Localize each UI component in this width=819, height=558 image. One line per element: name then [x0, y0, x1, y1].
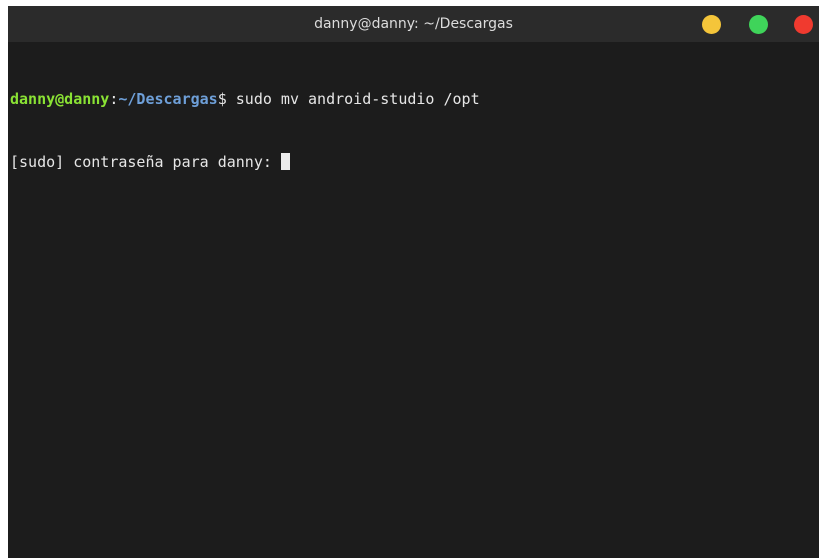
minimize-button[interactable]: [702, 15, 721, 34]
command-line: danny@danny:~/Descargas$ sudo mv android…: [10, 89, 819, 110]
terminal-window: danny@danny: ~/Descargas danny@danny:~/D…: [8, 6, 819, 558]
password-prompt: [sudo] contraseña para danny:: [10, 153, 281, 171]
window-title: danny@danny: ~/Descargas: [314, 16, 513, 32]
prompt-user-host: danny@danny: [10, 90, 110, 108]
command-text: sudo mv android-studio /opt: [226, 90, 480, 108]
title-bar[interactable]: danny@danny: ~/Descargas: [8, 6, 819, 42]
text-cursor[interactable]: [280, 153, 290, 170]
close-button[interactable]: [794, 15, 813, 34]
prompt-path: ~/Descargas: [118, 90, 218, 108]
terminal-area[interactable]: danny@danny:~/Descargas$ sudo mv android…: [8, 47, 819, 558]
prompt-symbol: $: [217, 90, 227, 108]
password-line: [sudo] contraseña para danny:: [10, 152, 819, 173]
maximize-button[interactable]: [749, 15, 768, 34]
